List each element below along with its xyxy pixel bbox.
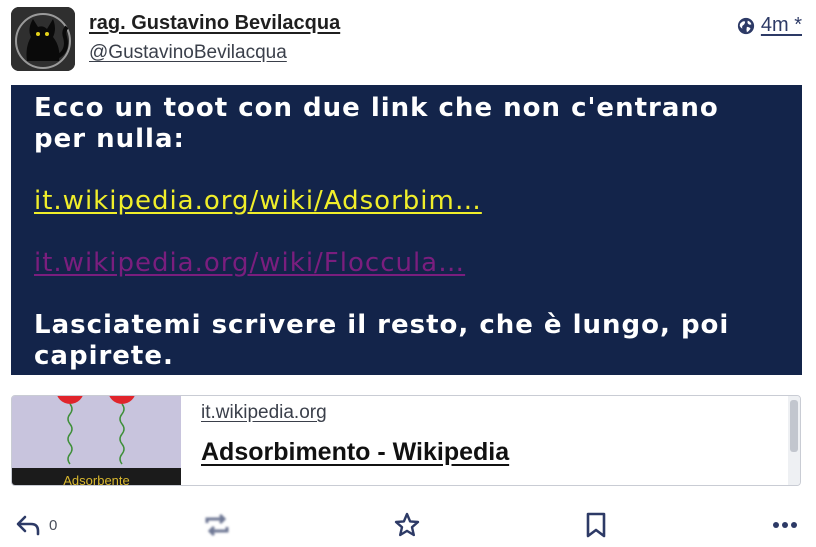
content-outro: Lasciatemi scrivere il resto, che è lung… — [34, 310, 730, 371]
content-intro: Ecco un toot con due link che non c'entr… — [34, 93, 719, 154]
globe-icon — [737, 17, 754, 34]
link-preview-card[interactable]: Adsorbente it.wikipedia.org Adsorbimento… — [11, 395, 801, 486]
bookmark-icon — [586, 512, 606, 538]
card-title[interactable]: Adsorbimento - Wikipedia — [201, 438, 509, 467]
bookmark-button[interactable] — [584, 505, 608, 545]
favourite-button[interactable] — [393, 505, 421, 545]
author-display-name[interactable]: rag. Gustavino Bevilacqua — [89, 12, 340, 35]
more-icon — [773, 522, 797, 528]
link-preview-thumbnail: Adsorbente — [12, 396, 181, 485]
card-scrollbar[interactable] — [788, 396, 800, 485]
reply-count: 0 — [49, 516, 58, 534]
boost-button[interactable] — [203, 505, 231, 545]
content-link-adsorbimento[interactable]: it.wikipedia.org/wiki/Adsorbim… — [34, 186, 482, 216]
more-button[interactable] — [772, 505, 798, 545]
card-scrollbar-thumb[interactable] — [790, 400, 798, 452]
post-timestamp[interactable]: 4m * — [761, 14, 802, 37]
avatar[interactable] — [11, 7, 75, 71]
boost-icon — [205, 513, 229, 537]
reply-icon — [16, 515, 40, 536]
post-actions: 0 — [0, 505, 816, 545]
reply-button[interactable]: 0 — [15, 505, 57, 545]
thumbnail-caption: Adsorbente — [12, 468, 181, 485]
card-domain: it.wikipedia.org — [201, 402, 327, 423]
post-content: Ecco un toot con due link che non c'entr… — [11, 85, 802, 375]
star-icon — [394, 512, 420, 537]
author-handle[interactable]: @GustavinoBevilacqua — [89, 42, 287, 64]
content-link-flocculazione[interactable]: it.wikipedia.org/wiki/Floccula… — [34, 248, 465, 278]
black-cat-icon — [11, 7, 75, 71]
post-meta: 4m * — [737, 14, 802, 37]
